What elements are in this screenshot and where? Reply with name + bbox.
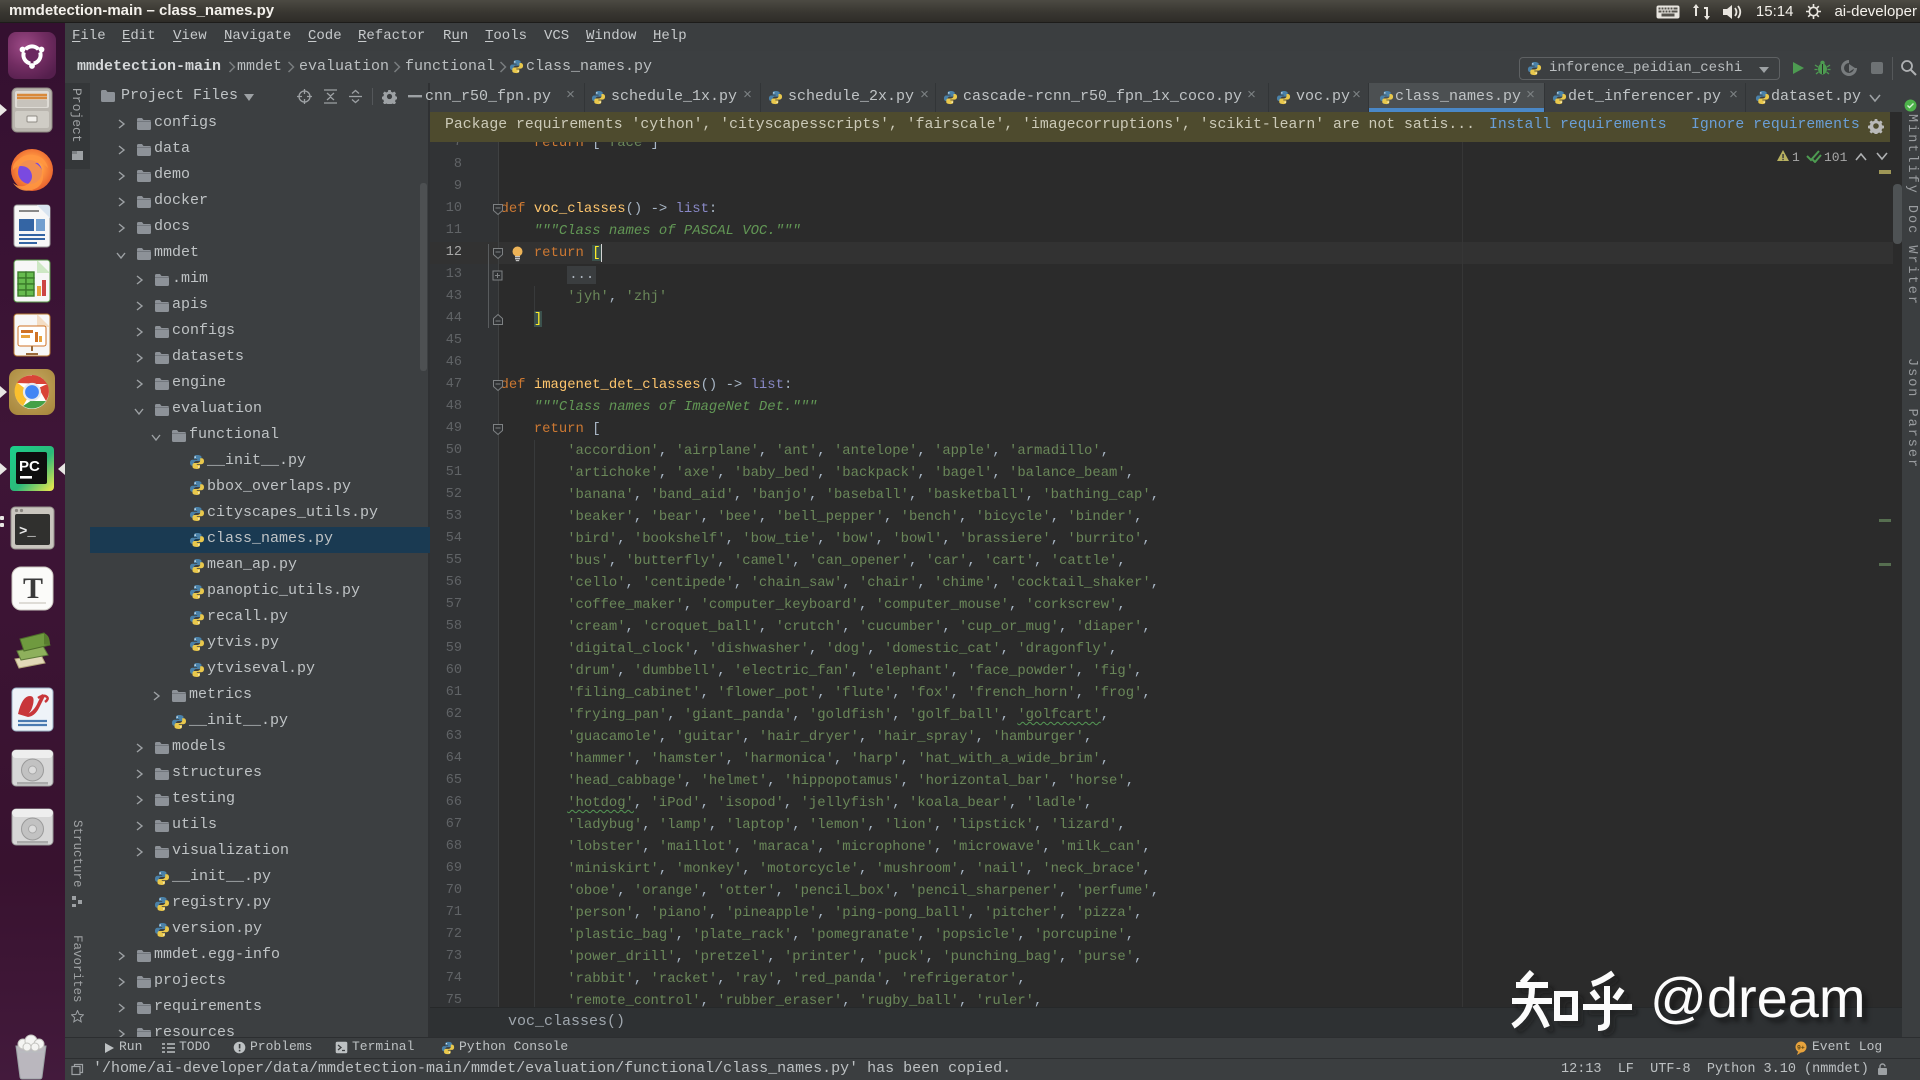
svg-text:PC: PC — [19, 458, 40, 475]
svg-text:T: T — [23, 572, 43, 605]
svg-text:9+: 9+ — [1797, 1045, 1805, 1052]
svg-text:>_: >_ — [19, 524, 36, 540]
